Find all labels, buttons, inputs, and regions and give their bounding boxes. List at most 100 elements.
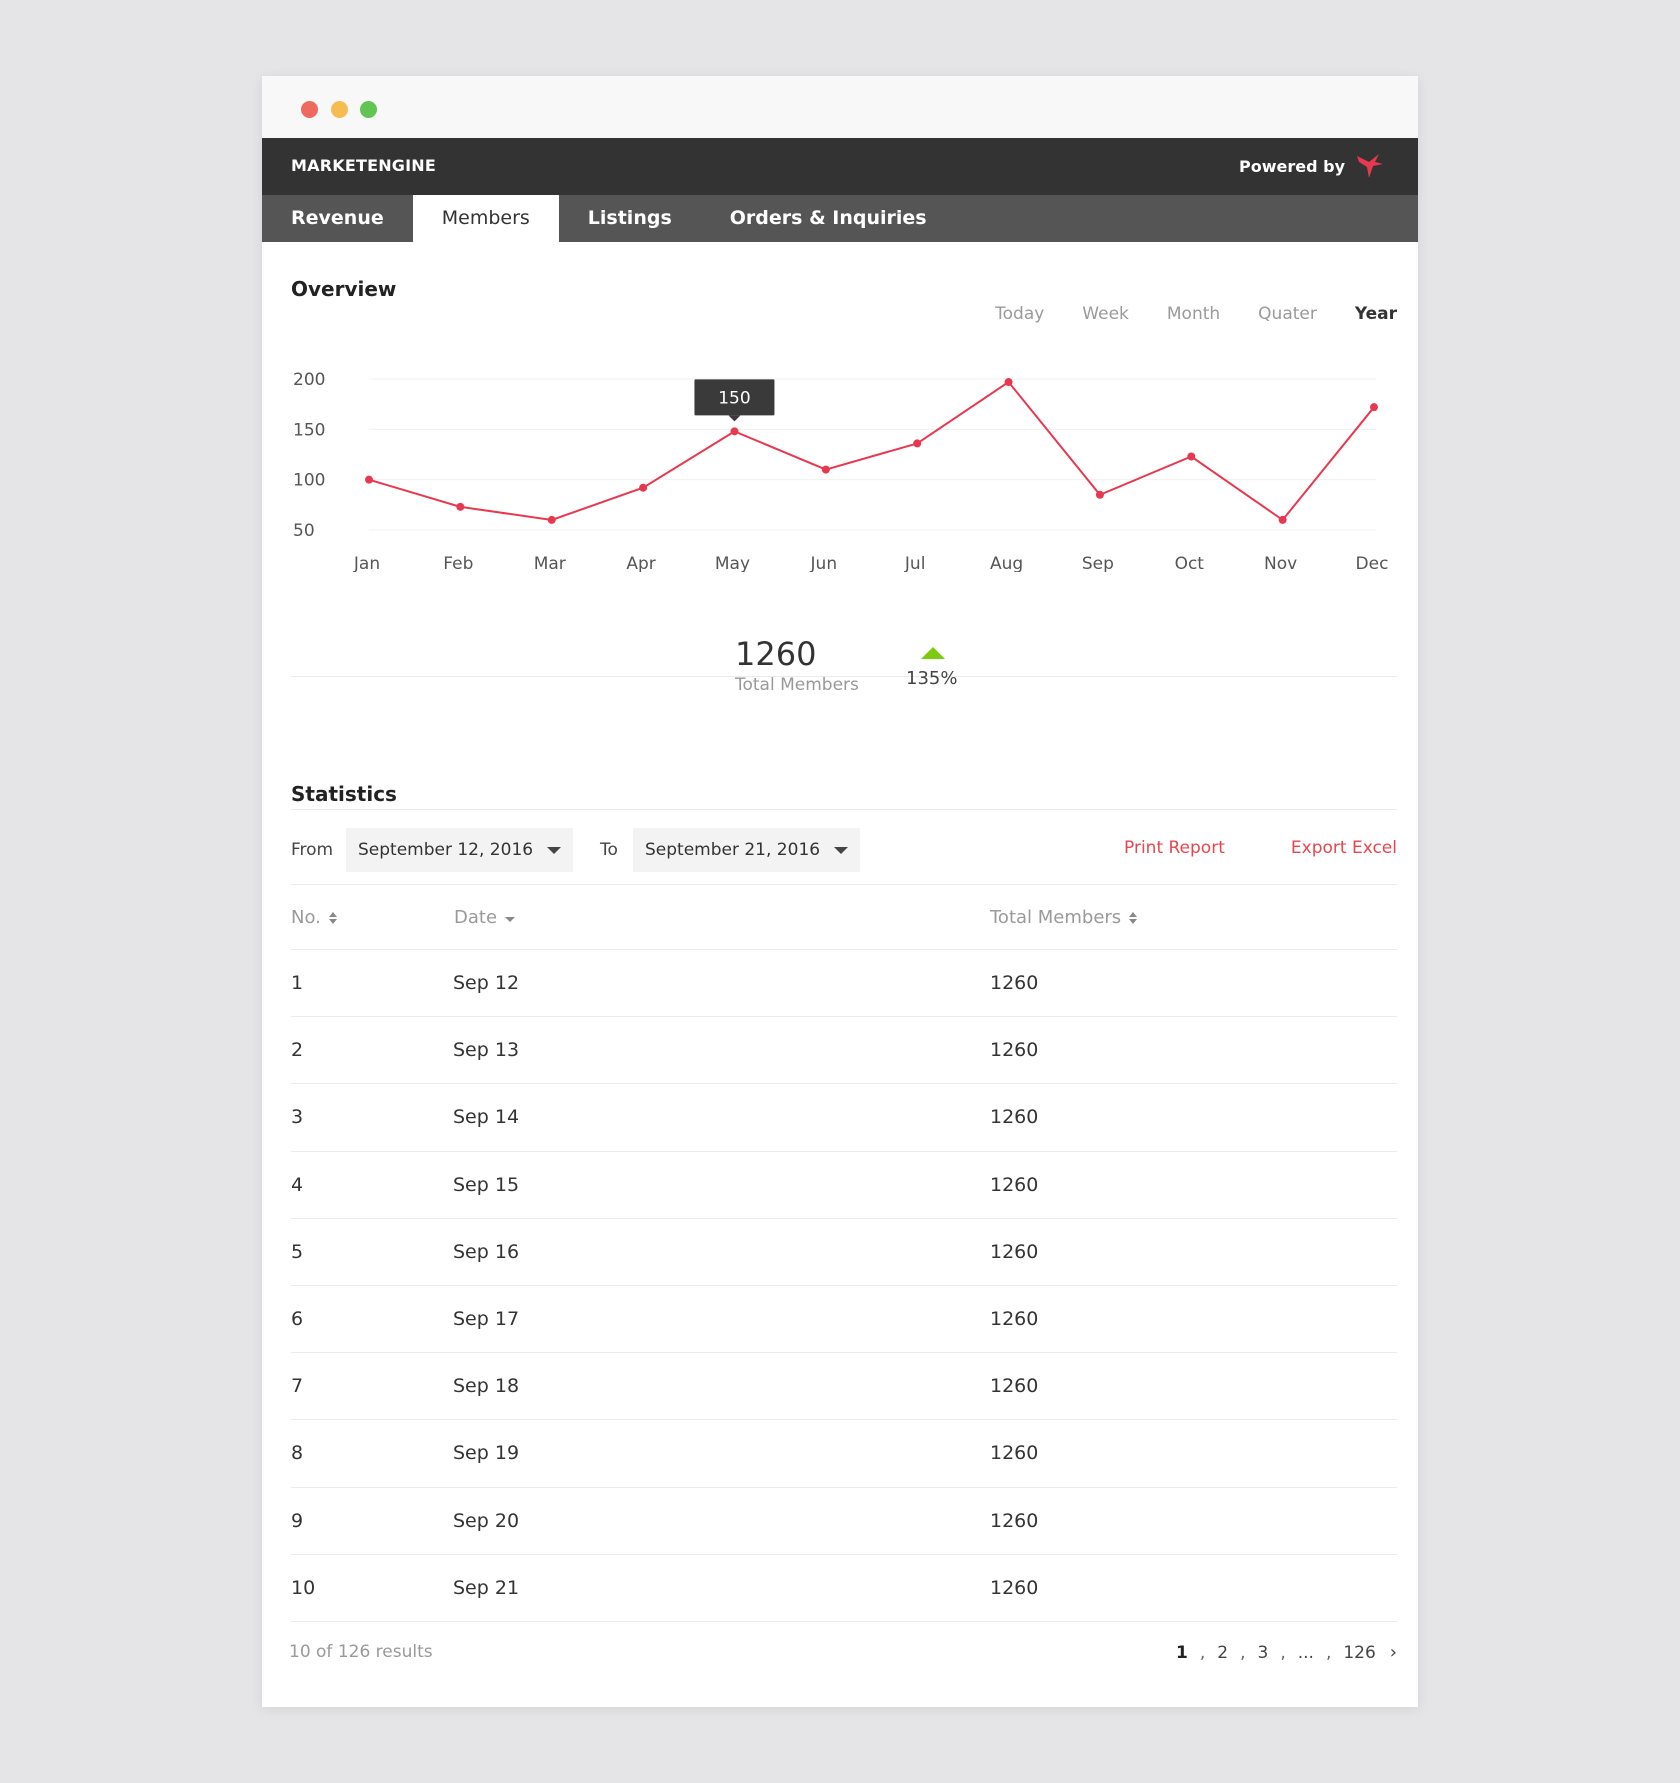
table-row: 7 Sep 18 1260: [291, 1353, 1397, 1421]
table-row: 8 Sep 19 1260: [291, 1420, 1397, 1488]
members-series-line: [368, 380, 1375, 522]
overview-divider-bottom: [291, 809, 1397, 810]
x-tick-label: Jan: [353, 554, 380, 572]
cell-date: Sep 14: [453, 1106, 520, 1129]
cell-no: 4: [291, 1173, 304, 1196]
cell-total: 1260: [990, 1576, 1039, 1599]
x-tick-label: Apr: [626, 554, 655, 572]
total-members-value: 1260: [735, 635, 817, 673]
cell-no: 8: [291, 1442, 304, 1465]
x-tick-label: Oct: [1175, 554, 1205, 572]
maximize-window-button[interactable]: [360, 101, 377, 118]
powered-by-label: Powered by: [1239, 156, 1345, 176]
cell-total: 1260: [990, 1173, 1039, 1196]
page-3[interactable]: 3: [1257, 1643, 1268, 1663]
x-tick-label: Feb: [443, 554, 473, 572]
cell-date: Sep 19: [453, 1442, 520, 1465]
cell-date: Sep 17: [453, 1307, 520, 1330]
statistics-table: No. Date Total Members 1 Sep 12 1260 2 Sep 1…: [291, 884, 1397, 1622]
chevron-down-icon: [547, 847, 561, 854]
data-point[interactable]: [1370, 403, 1378, 412]
cell-no: 10: [291, 1576, 316, 1599]
x-tick-label: Mar: [534, 554, 566, 572]
to-label: To: [600, 840, 618, 860]
from-date-select[interactable]: September 12, 2016: [346, 828, 573, 872]
data-point[interactable]: [547, 515, 556, 524]
tab-orders-inquiries[interactable]: Orders & Inquiries: [701, 195, 956, 242]
x-tick-label: Jun: [810, 554, 838, 572]
range-quarter[interactable]: Quater: [1258, 304, 1317, 324]
page-ellipsis: ...: [1297, 1642, 1314, 1663]
hummingbird-icon: [1355, 152, 1385, 180]
range-month[interactable]: Month: [1167, 304, 1220, 324]
chevron-right-icon[interactable]: ›: [1390, 1642, 1397, 1663]
main-tabs: Revenue Members Listings Orders & Inquir…: [262, 195, 1418, 242]
cell-total: 1260: [990, 1106, 1039, 1129]
range-year[interactable]: Year: [1355, 304, 1397, 324]
page-2[interactable]: 2: [1217, 1643, 1228, 1663]
to-date-select[interactable]: September 21, 2016: [633, 828, 860, 872]
chart-svg: 200 150 100 50 Jan Feb Mar Apr May Jun Jul Aug Sep Oc…: [293, 370, 1388, 574]
overview-title: Overview: [291, 277, 397, 301]
page-separator: ,: [1240, 1642, 1246, 1663]
col-header-date-label: Date: [454, 907, 498, 928]
x-tick-label: Nov: [1264, 554, 1297, 572]
x-tick-label: Aug: [990, 554, 1023, 572]
cell-total: 1260: [990, 1307, 1039, 1330]
data-point[interactable]: [456, 502, 465, 511]
brand-name: MARKETENGINE: [291, 156, 436, 175]
range-today[interactable]: Today: [995, 304, 1044, 324]
export-excel-button[interactable]: Export Excel: [1291, 838, 1397, 858]
window-titlebar: [262, 76, 1418, 138]
data-point[interactable]: [1278, 515, 1287, 524]
cell-total: 1260: [990, 1509, 1039, 1532]
data-point[interactable]: [365, 475, 373, 484]
cell-date: Sep 12: [453, 972, 520, 994]
tab-members[interactable]: Members: [412, 195, 559, 242]
total-members-label: Total Members: [735, 675, 859, 695]
x-tick-label: Sep: [1082, 554, 1114, 572]
print-report-button[interactable]: Print Report: [1124, 838, 1225, 858]
data-point[interactable]: [639, 483, 648, 492]
col-header-date[interactable]: Date: [454, 907, 516, 928]
table-row: 1 Sep 12 1260: [291, 950, 1397, 1018]
y-tick-label: 150: [293, 420, 325, 440]
page-1[interactable]: 1: [1176, 1643, 1188, 1663]
sort-desc-icon: [505, 917, 516, 922]
tab-listings[interactable]: Listings: [559, 195, 701, 242]
minimize-window-button[interactable]: [331, 101, 348, 118]
trend-up-icon: [921, 647, 945, 659]
cell-no: 7: [291, 1375, 304, 1398]
data-point[interactable]: [913, 439, 922, 448]
data-point[interactable]: [730, 427, 739, 436]
pagination: 1 , 2 , 3 , ... , 126 ›: [1176, 1642, 1397, 1663]
chevron-down-icon: [834, 847, 848, 854]
col-header-no[interactable]: No.: [291, 907, 337, 928]
sort-icon: [1129, 911, 1138, 924]
statistics-title: Statistics: [291, 782, 397, 806]
range-selector: Today Week Month Quater Year: [957, 304, 1397, 324]
table-row: 2 Sep 13 1260: [291, 1017, 1397, 1085]
data-point[interactable]: [1004, 378, 1013, 387]
close-window-button[interactable]: [301, 101, 318, 118]
data-point[interactable]: [821, 465, 830, 474]
col-header-no-label: No.: [291, 907, 321, 928]
col-header-total-label: Total Members: [990, 907, 1122, 928]
page-126[interactable]: 126: [1343, 1643, 1375, 1663]
page-separator: ,: [1325, 1642, 1332, 1663]
col-header-total-members[interactable]: Total Members: [990, 907, 1138, 928]
table-row: 10 Sep 21 1260: [291, 1555, 1397, 1622]
cell-no: 9: [291, 1509, 304, 1532]
results-summary: 10 of 126 results: [289, 1642, 433, 1662]
data-point[interactable]: [1187, 452, 1196, 461]
table-header: No. Date Total Members: [291, 884, 1397, 950]
table-body: 1 Sep 12 1260 2 Sep 13 1260 3 Sep 14 1260 4 Sep 15…: [291, 950, 1397, 1622]
table-footer: 10 of 126 results 1 , 2 , 3 , ... , 126 …: [289, 1642, 1397, 1672]
table-row: 6 Sep 17 1260: [291, 1286, 1397, 1354]
cell-date: Sep 16: [453, 1240, 520, 1263]
chart-tooltip-value: 150: [718, 388, 750, 408]
cell-date: Sep 15: [453, 1173, 520, 1196]
tab-revenue[interactable]: Revenue: [262, 195, 413, 242]
data-point[interactable]: [1095, 490, 1104, 499]
range-week[interactable]: Week: [1082, 304, 1129, 324]
